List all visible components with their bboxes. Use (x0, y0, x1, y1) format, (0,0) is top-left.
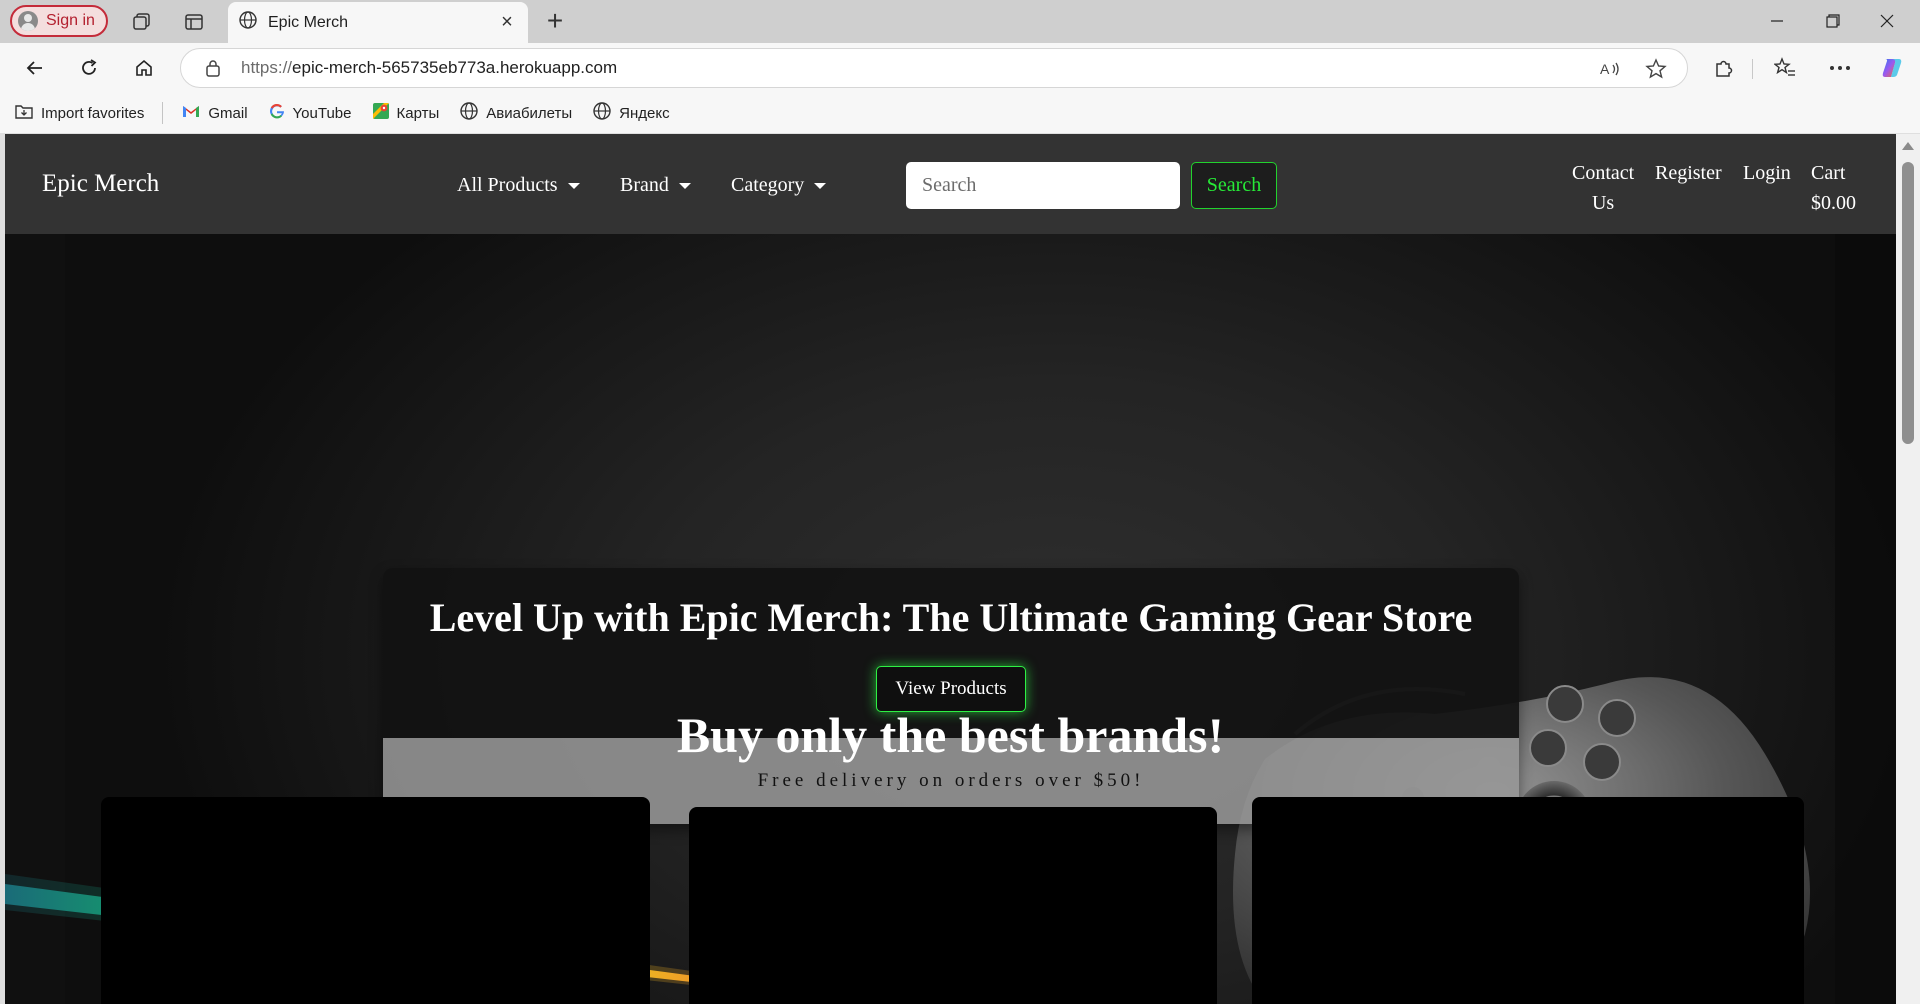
workspaces-icon[interactable] (128, 8, 156, 36)
bookmark-aviabilety[interactable]: Авиабилеты (459, 101, 572, 125)
hero-title: Level Up with Epic Merch: The Ultimate G… (429, 595, 1473, 640)
scroll-up-arrow-icon[interactable] (1902, 142, 1914, 150)
page-viewport: Epic Merch All Products Brand Category S… (5, 134, 1896, 1004)
extensions-icon[interactable] (1709, 53, 1739, 83)
bookmark-yandex[interactable]: Яндекс (592, 101, 670, 125)
dropdown-label: Brand (620, 174, 669, 196)
browser-tab-bar: Sign in Epic Merch × + (0, 0, 1920, 43)
toolbar-divider (1752, 59, 1753, 79)
bookmark-label: Авиабилеты (486, 104, 573, 122)
favorites-icon[interactable] (1770, 53, 1800, 83)
register-link[interactable]: Register (1655, 158, 1722, 188)
new-tab-icon[interactable]: + (540, 6, 570, 36)
page-scrollbar[interactable] (1896, 134, 1920, 1004)
close-tab-icon[interactable]: × (496, 11, 518, 33)
login-link[interactable]: Login (1743, 158, 1791, 188)
url-host: epic-merch-565735eb773a.herokuapp.com (292, 58, 618, 77)
sign-in-button[interactable]: Sign in (10, 5, 108, 37)
address-bar[interactable]: https://epic-merch-565735eb773a.herokuap… (180, 48, 1688, 88)
bookmarks-bar: Import favorites Gmail YouTube Карты Ави… (0, 93, 1920, 133)
bookmark-label: YouTube (292, 104, 352, 122)
globe-icon (459, 101, 479, 125)
close-window-icon[interactable] (1864, 6, 1910, 36)
free-delivery-note: Free delivery on orders over $50! (757, 770, 1145, 791)
restore-icon[interactable] (1810, 6, 1856, 36)
google-icon (268, 102, 286, 124)
bookmark-label: Import favorites (41, 104, 145, 122)
gmail-icon (181, 103, 201, 123)
brand-card[interactable] (101, 797, 650, 1004)
vertical-tabs-icon[interactable] (180, 8, 208, 36)
bookmark-import-favorites[interactable]: Import favorites (14, 102, 144, 124)
copilot-icon[interactable] (1877, 53, 1907, 83)
url-protocol: https:// (241, 58, 293, 77)
minimize-icon[interactable] (1754, 6, 1800, 36)
maps-icon (372, 102, 390, 124)
import-icon (14, 102, 34, 124)
contact-line-1: Contact (1572, 162, 1635, 184)
cart-label: Cart (1811, 162, 1846, 184)
active-tab[interactable]: Epic Merch × (228, 2, 528, 43)
brand-card[interactable] (1252, 797, 1804, 1004)
bookmark-maps[interactable]: Карты (372, 102, 440, 124)
bookmark-label: Карты (396, 104, 440, 122)
tab-title: Epic Merch (268, 13, 349, 31)
bookmark-youtube[interactable]: YouTube (268, 102, 352, 124)
browser-toolbar: https://epic-merch-565735eb773a.herokuap… (0, 43, 1920, 93)
scrollbar-thumb[interactable] (1902, 162, 1914, 444)
caret-down-icon (814, 182, 827, 189)
favorite-star-icon[interactable] (1643, 56, 1669, 82)
dropdown-label: All Products (457, 174, 558, 196)
dropdown-label: Category (731, 174, 805, 196)
bookmark-gmail[interactable]: Gmail (181, 103, 248, 123)
brands-heading: Buy only the best brands! (676, 707, 1225, 763)
brand-card[interactable] (689, 807, 1217, 1004)
globe-icon (238, 10, 258, 35)
read-aloud-icon[interactable]: A (1597, 56, 1623, 82)
reload-icon[interactable] (72, 53, 106, 83)
svg-text:A: A (1600, 61, 1610, 77)
caret-down-icon (678, 182, 691, 189)
contact-us-link[interactable]: Contact Us (1572, 158, 1634, 218)
cart-link[interactable]: Cart $0.00 (1811, 158, 1856, 218)
search-input[interactable] (906, 162, 1180, 209)
bookmarks-divider (162, 102, 164, 124)
hero-banner: Level Up with Epic Merch: The Ultimate G… (383, 568, 1519, 824)
site-navbar: Epic Merch All Products Brand Category S… (5, 134, 1896, 234)
site-brand-link[interactable]: Epic Merch (42, 170, 159, 198)
globe-icon (592, 101, 612, 125)
cart-total: $0.00 (1811, 192, 1856, 214)
bookmark-label: Gmail (208, 104, 248, 122)
caret-down-icon (567, 182, 580, 189)
search-button[interactable]: Search (1191, 162, 1277, 209)
lock-icon[interactable] (205, 59, 221, 82)
sign-in-label: Sign in (46, 12, 95, 29)
brand-dropdown[interactable]: Brand (620, 174, 691, 197)
bookmark-label: Яндекс (619, 104, 670, 122)
contact-line-2: Us (1591, 192, 1615, 214)
back-arrow-icon[interactable] (18, 53, 52, 83)
all-products-dropdown[interactable]: All Products (457, 174, 580, 197)
more-options-icon[interactable] (1825, 53, 1855, 83)
profile-avatar-icon (18, 11, 38, 31)
category-dropdown[interactable]: Category (731, 174, 827, 197)
home-icon[interactable] (127, 53, 161, 83)
